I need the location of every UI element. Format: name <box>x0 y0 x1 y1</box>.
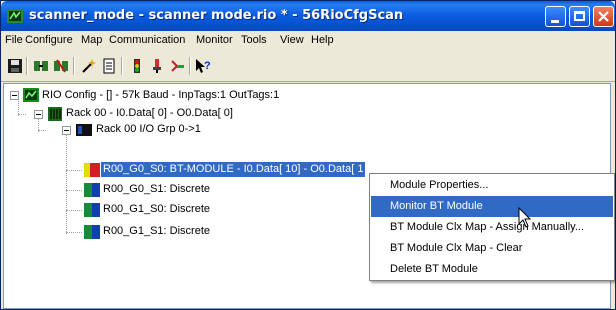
window-title: scanner_mode - scanner mode.rio * - 56Ri… <box>29 8 404 23</box>
menu-item-label: Monitor BT Module <box>390 200 483 212</box>
tree-group-label[interactable]: Rack 00 I/O Grp 0->1 <box>96 122 201 137</box>
menu-monitor[interactable]: Monitor <box>196 34 233 46</box>
menu-item-monitor-bt-module[interactable]: Monitor BT Module <box>371 196 613 217</box>
tree-root-label[interactable]: RIO Config - [] - 57k Baud - InpTags:1 O… <box>42 88 279 103</box>
discrete-module-icon <box>84 225 100 239</box>
svg-text:?: ? <box>204 60 211 72</box>
toolbar-separator <box>189 57 191 75</box>
tree-item[interactable]: R00_G1_S1: Discrete <box>103 224 210 239</box>
app-icon <box>7 9 23 23</box>
io-group-icon <box>76 124 92 136</box>
tree-rack-label[interactable]: Rack 00 - I0.Data[ 0] - O0.Data[ 0] <box>66 106 233 121</box>
menu-bar: File Configure Map Communication Monitor… <box>1 31 615 52</box>
rio-config-icon <box>23 88 39 102</box>
menu-item-label: Module Properties... <box>390 179 489 191</box>
document-icon[interactable] <box>101 58 117 74</box>
save-icon[interactable] <box>7 58 23 74</box>
app-window: scanner_mode - scanner mode.rio * - 56Ri… <box>0 0 616 310</box>
menu-item-label: Delete BT Module <box>390 263 478 275</box>
menu-configure[interactable]: Configure <box>25 34 73 46</box>
menu-item-clx-map-clear[interactable]: BT Module Clx Map - Clear <box>371 238 613 259</box>
toolbar-separator <box>73 57 75 75</box>
minimize-button[interactable] <box>545 6 566 27</box>
toolbar-separator <box>121 57 123 75</box>
toolbar-separator <box>26 57 28 75</box>
menu-item-label: BT Module Clx Map - Assign Manually... <box>390 221 585 233</box>
menu-item-module-properties[interactable]: Module Properties... <box>371 175 613 196</box>
signal-icon[interactable] <box>129 58 145 74</box>
maximize-button[interactable] <box>569 6 590 27</box>
probe-icon[interactable] <box>149 58 165 74</box>
disconnect-icon[interactable] <box>53 58 69 74</box>
tree-line <box>66 190 82 191</box>
title-bar[interactable]: scanner_mode - scanner mode.rio * - 56Ri… <box>1 1 615 31</box>
mouse-cursor-icon <box>518 207 532 228</box>
tree-line <box>18 114 26 115</box>
tree-line <box>66 170 82 171</box>
help-icon[interactable]: ? <box>195 58 211 74</box>
menu-file[interactable]: File <box>5 34 23 46</box>
menu-communication[interactable]: Communication <box>109 34 185 46</box>
discrete-module-icon <box>84 183 100 197</box>
wizard-icon[interactable] <box>81 58 97 74</box>
tree-item[interactable]: R00_G0_S1: Discrete <box>103 182 210 197</box>
close-button[interactable] <box>593 6 614 27</box>
context-menu: Module Properties... Monitor BT Module B… <box>369 173 615 281</box>
bt-module-icon <box>84 163 100 177</box>
collapse-toggle[interactable] <box>34 110 43 119</box>
connect-icon[interactable] <box>33 58 49 74</box>
close-icon <box>598 11 609 22</box>
menu-view[interactable]: View <box>280 34 304 46</box>
menu-item-delete-bt-module[interactable]: Delete BT Module <box>371 259 613 280</box>
menu-item-clx-map-assign[interactable]: BT Module Clx Map - Assign Manually... <box>371 217 613 238</box>
collapse-toggle[interactable] <box>10 91 19 100</box>
tree-line <box>66 232 82 233</box>
tree-item-selected[interactable]: R00_G0_S0: BT-MODULE - I0.Data[ 10] - O0… <box>101 162 366 177</box>
tree-line <box>66 134 67 234</box>
collapse-toggle[interactable] <box>62 126 71 135</box>
menu-map[interactable]: Map <box>81 34 102 46</box>
menu-tools[interactable]: Tools <box>241 34 267 46</box>
toolbar: ? <box>1 51 615 82</box>
tree-line <box>66 210 82 211</box>
tree-line <box>38 130 46 131</box>
tool-icon[interactable] <box>169 58 185 74</box>
menu-help[interactable]: Help <box>311 34 334 46</box>
minimize-icon <box>551 20 559 23</box>
rack-icon <box>48 107 62 121</box>
tree-item[interactable]: R00_G1_S0: Discrete <box>103 202 210 217</box>
discrete-module-icon <box>84 203 100 217</box>
menu-item-label: BT Module Clx Map - Clear <box>390 242 523 254</box>
maximize-icon <box>574 11 585 21</box>
